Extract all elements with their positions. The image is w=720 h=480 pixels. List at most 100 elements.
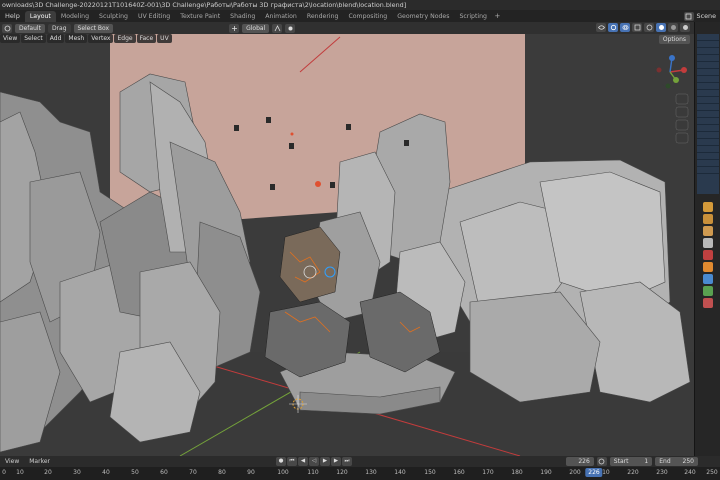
tab-compositing[interactable]: Compositing	[343, 11, 392, 22]
orientation-label: Default	[19, 24, 41, 32]
properties-sidebar	[694, 22, 720, 456]
options-label: Options	[662, 36, 686, 43]
menu-add[interactable]: Add	[46, 34, 65, 43]
object-properties-icon[interactable]	[703, 262, 713, 272]
gizmo-toggle-icon[interactable]	[608, 23, 618, 32]
solid-shading-icon[interactable]	[656, 23, 666, 32]
tab-texture-paint[interactable]: Texture Paint	[175, 11, 225, 22]
scene-icon	[683, 11, 694, 21]
tick-label: 160	[453, 469, 465, 476]
scene-name: Scene	[696, 12, 716, 20]
timeline-marker-menu[interactable]: Marker	[24, 458, 55, 465]
select-mode-label: Select Box	[77, 24, 110, 32]
data-properties-icon[interactable]	[703, 286, 713, 296]
scene-properties-icon[interactable]	[703, 238, 713, 248]
tab-shading[interactable]: Shading	[225, 11, 260, 22]
tick-label: 50	[131, 469, 139, 476]
overlays-icon[interactable]	[620, 23, 630, 32]
tick-label: 80	[218, 469, 226, 476]
tab-scripting[interactable]: Scripting	[454, 11, 492, 22]
viewport-menu: View Select Add Mesh Vertex Edge Face UV	[0, 34, 172, 43]
play-reverse-icon[interactable]: ◁	[309, 457, 319, 466]
record-button[interactable]: ●	[276, 457, 286, 466]
timeline-view-menu[interactable]: View	[0, 458, 24, 465]
menu-select[interactable]: Select	[21, 34, 46, 43]
tool-properties-icon[interactable]	[703, 202, 713, 212]
world-properties-icon[interactable]	[703, 250, 713, 260]
tab-sculpting[interactable]: Sculpting	[94, 11, 133, 22]
options-dropdown[interactable]: Options	[658, 35, 690, 44]
start-label: Start	[613, 458, 629, 465]
tick-label: 20	[44, 469, 52, 476]
add-workspace-button[interactable]: +	[492, 11, 503, 22]
visibility-icon[interactable]	[596, 23, 606, 32]
tab-layout[interactable]: Layout	[24, 11, 56, 22]
tick-label: 0	[2, 469, 6, 476]
render-properties-icon[interactable]	[703, 214, 713, 224]
clock-icon[interactable]	[596, 457, 607, 466]
playback-controls: ● ⏮ ◀ ◁ ▶ ▶ ⏭	[276, 457, 352, 466]
tick-label: 180	[511, 469, 523, 476]
timeline-ruler[interactable]: 0 10 20 30 40 50 60 70 80 90 100 110 120…	[0, 467, 720, 480]
transform-orientation-label: Global	[246, 24, 266, 32]
tick-label: 130	[365, 469, 377, 476]
select-mode-dropdown[interactable]: Select Box	[73, 23, 114, 33]
play-icon[interactable]: ▶	[320, 457, 330, 466]
tab-geometry-nodes[interactable]: Geometry Nodes	[392, 11, 454, 22]
tick-label: 30	[73, 469, 81, 476]
tick-label: 240	[684, 469, 696, 476]
tick-label: 200	[569, 469, 581, 476]
menu-vertex[interactable]: Vertex	[88, 34, 114, 43]
top-bar: Help Layout Modeling Sculpting UV Editin…	[0, 10, 720, 22]
tick-label: 10	[16, 469, 24, 476]
tab-animation[interactable]: Animation	[260, 11, 302, 22]
wireframe-shading-icon[interactable]	[644, 23, 654, 32]
frame-range: 226 Start 1 End 250	[565, 457, 698, 466]
orientation-dropdown[interactable]: Default	[15, 23, 45, 33]
tab-modeling[interactable]: Modeling	[56, 11, 94, 22]
tick-label: 150	[424, 469, 436, 476]
output-properties-icon[interactable]	[703, 226, 713, 236]
xray-icon[interactable]	[632, 23, 642, 32]
jump-end-icon[interactable]: ⏭	[342, 457, 352, 466]
tick-label: 120	[336, 469, 348, 476]
end-frame-field[interactable]: End 250	[655, 457, 698, 466]
proportional-edit-icon[interactable]	[285, 23, 296, 33]
outliner-list[interactable]	[697, 34, 719, 194]
tick-label: 140	[394, 469, 406, 476]
3d-viewport[interactable]: Default Drag Select Box Global View Sele…	[0, 22, 694, 456]
snap-icon[interactable]	[272, 23, 283, 33]
tick-label: 70	[189, 469, 197, 476]
timeline-header: View Marker ● ⏮ ◀ ◁ ▶ ▶ ⏭ 226 Start 1 En…	[0, 456, 720, 467]
start-frame-field[interactable]: Start 1	[609, 457, 653, 466]
menu-mesh[interactable]: Mesh	[65, 34, 88, 43]
jump-start-icon[interactable]: ⏮	[287, 457, 297, 466]
transform-orientation-dropdown[interactable]: Global	[242, 23, 270, 33]
material-properties-icon[interactable]	[703, 298, 713, 308]
scene-selector[interactable]: Scene	[683, 10, 720, 22]
current-frame-field[interactable]: 226	[565, 457, 594, 466]
menu-view[interactable]: View	[0, 34, 21, 43]
rendered-shading-icon[interactable]	[680, 23, 690, 32]
material-shading-icon[interactable]	[668, 23, 678, 32]
menu-face[interactable]: Face	[136, 34, 157, 43]
next-keyframe-icon[interactable]: ▶	[331, 457, 341, 466]
menu-uv[interactable]: UV	[157, 34, 172, 43]
tick-label: 110	[307, 469, 319, 476]
tick-label: 100	[277, 469, 289, 476]
tick-label: 170	[482, 469, 494, 476]
tick-label: 40	[102, 469, 110, 476]
title-bar: ownloads\3D Challenge-20220121T101640Z-0…	[0, 0, 720, 10]
end-label: End	[659, 458, 671, 465]
tab-rendering[interactable]: Rendering	[302, 11, 344, 22]
editor-type-icon[interactable]	[2, 23, 12, 33]
modifier-properties-icon[interactable]	[703, 274, 713, 284]
menu-edge[interactable]: Edge	[114, 34, 136, 43]
end-value: 250	[682, 458, 694, 465]
playhead[interactable]: 226	[585, 468, 603, 477]
transform-pivot-icon[interactable]	[229, 23, 240, 33]
tab-uv-editing[interactable]: UV Editing	[133, 11, 175, 22]
prev-keyframe-icon[interactable]: ◀	[298, 457, 308, 466]
tick-label: 90	[247, 469, 255, 476]
menu-help[interactable]: Help	[0, 12, 25, 20]
